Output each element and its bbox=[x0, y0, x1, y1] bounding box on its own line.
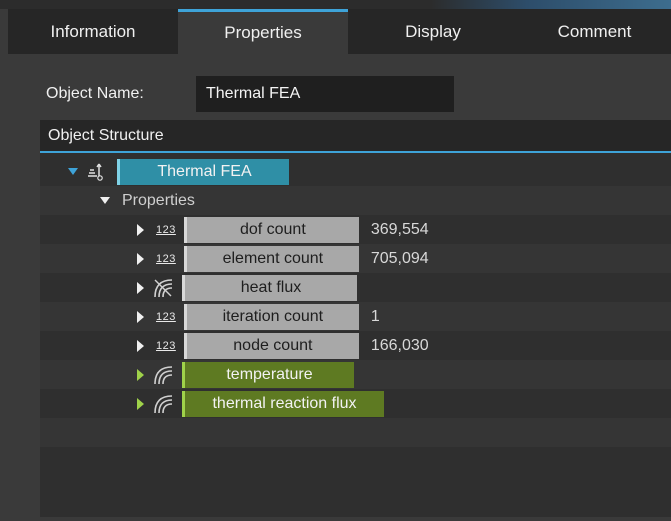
item-chip[interactable]: temperature bbox=[182, 361, 354, 388]
object-name-row: Object Name: Thermal FEA bbox=[46, 76, 454, 112]
item-value: 1 bbox=[370, 307, 380, 325]
top-decoration bbox=[431, 0, 671, 9]
object-structure-header: Object Structure bbox=[40, 120, 671, 153]
tree-item-iteration-count[interactable]: 123 iteration count 1 bbox=[40, 302, 671, 331]
item-chip[interactable]: heat flux bbox=[182, 274, 357, 301]
fea-model-icon bbox=[87, 162, 105, 182]
item-chip[interactable]: thermal reaction flux bbox=[182, 390, 384, 417]
item-chip[interactable]: node count bbox=[183, 332, 359, 359]
field-icon bbox=[152, 393, 174, 415]
properties-panel: Object Name: Thermal FEA Object Structur… bbox=[8, 54, 671, 521]
tree-item-element-count[interactable]: 123 element count 705,094 bbox=[40, 244, 671, 273]
collapse-arrow-icon[interactable] bbox=[137, 281, 144, 294]
expand-arrow-icon[interactable] bbox=[100, 197, 110, 204]
collapse-arrow-icon[interactable] bbox=[137, 339, 144, 352]
item-chip[interactable]: iteration count bbox=[183, 303, 359, 330]
tree-item-temperature[interactable]: temperature bbox=[40, 360, 671, 389]
top-band bbox=[0, 0, 671, 9]
tree-item-dof-count[interactable]: 123 dof count 369,554 bbox=[40, 215, 671, 244]
collapse-arrow-icon[interactable] bbox=[137, 310, 144, 323]
item-value: 369,554 bbox=[370, 220, 429, 238]
field-icon bbox=[152, 364, 174, 386]
tree-root-row[interactable]: Thermal FEA bbox=[40, 157, 671, 186]
item-value: 166,030 bbox=[370, 336, 429, 354]
field-gray-icon bbox=[152, 277, 174, 299]
tree-group-properties[interactable]: Properties bbox=[40, 186, 671, 215]
collapse-arrow-icon[interactable] bbox=[137, 252, 144, 265]
object-name-field[interactable]: Thermal FEA bbox=[196, 76, 454, 112]
item-chip[interactable]: element count bbox=[183, 245, 359, 272]
tree-item-heat-flux[interactable]: heat flux bbox=[40, 273, 671, 302]
object-structure-tree: Object Structure Thermal FEA Properties … bbox=[40, 120, 671, 517]
tab-bar: Information Properties Display Comment bbox=[8, 9, 671, 54]
root-node-chip[interactable]: Thermal FEA bbox=[117, 158, 289, 185]
collapse-arrow-icon[interactable] bbox=[137, 223, 144, 236]
numeric-123-icon: 123 bbox=[156, 223, 176, 236]
numeric-123-icon: 123 bbox=[156, 252, 176, 265]
item-value: 705,094 bbox=[370, 249, 429, 267]
expand-arrow-icon[interactable] bbox=[68, 168, 78, 175]
tab-information[interactable]: Information bbox=[8, 9, 178, 54]
tab-properties[interactable]: Properties bbox=[178, 9, 348, 54]
collapse-arrow-icon[interactable] bbox=[137, 397, 144, 410]
item-chip[interactable]: dof count bbox=[183, 216, 359, 243]
object-name-label: Object Name: bbox=[46, 85, 144, 102]
numeric-123-icon: 123 bbox=[156, 310, 176, 323]
tab-comment[interactable]: Comment bbox=[518, 9, 671, 54]
collapse-arrow-icon[interactable] bbox=[137, 368, 144, 381]
group-label: Properties bbox=[122, 191, 195, 209]
numeric-123-icon: 123 bbox=[156, 339, 176, 352]
tree-item-node-count[interactable]: 123 node count 166,030 bbox=[40, 331, 671, 360]
tree-empty-row bbox=[40, 418, 671, 447]
tree-item-thermal-reaction-flux[interactable]: thermal reaction flux bbox=[40, 389, 671, 418]
tab-display[interactable]: Display bbox=[348, 9, 518, 54]
